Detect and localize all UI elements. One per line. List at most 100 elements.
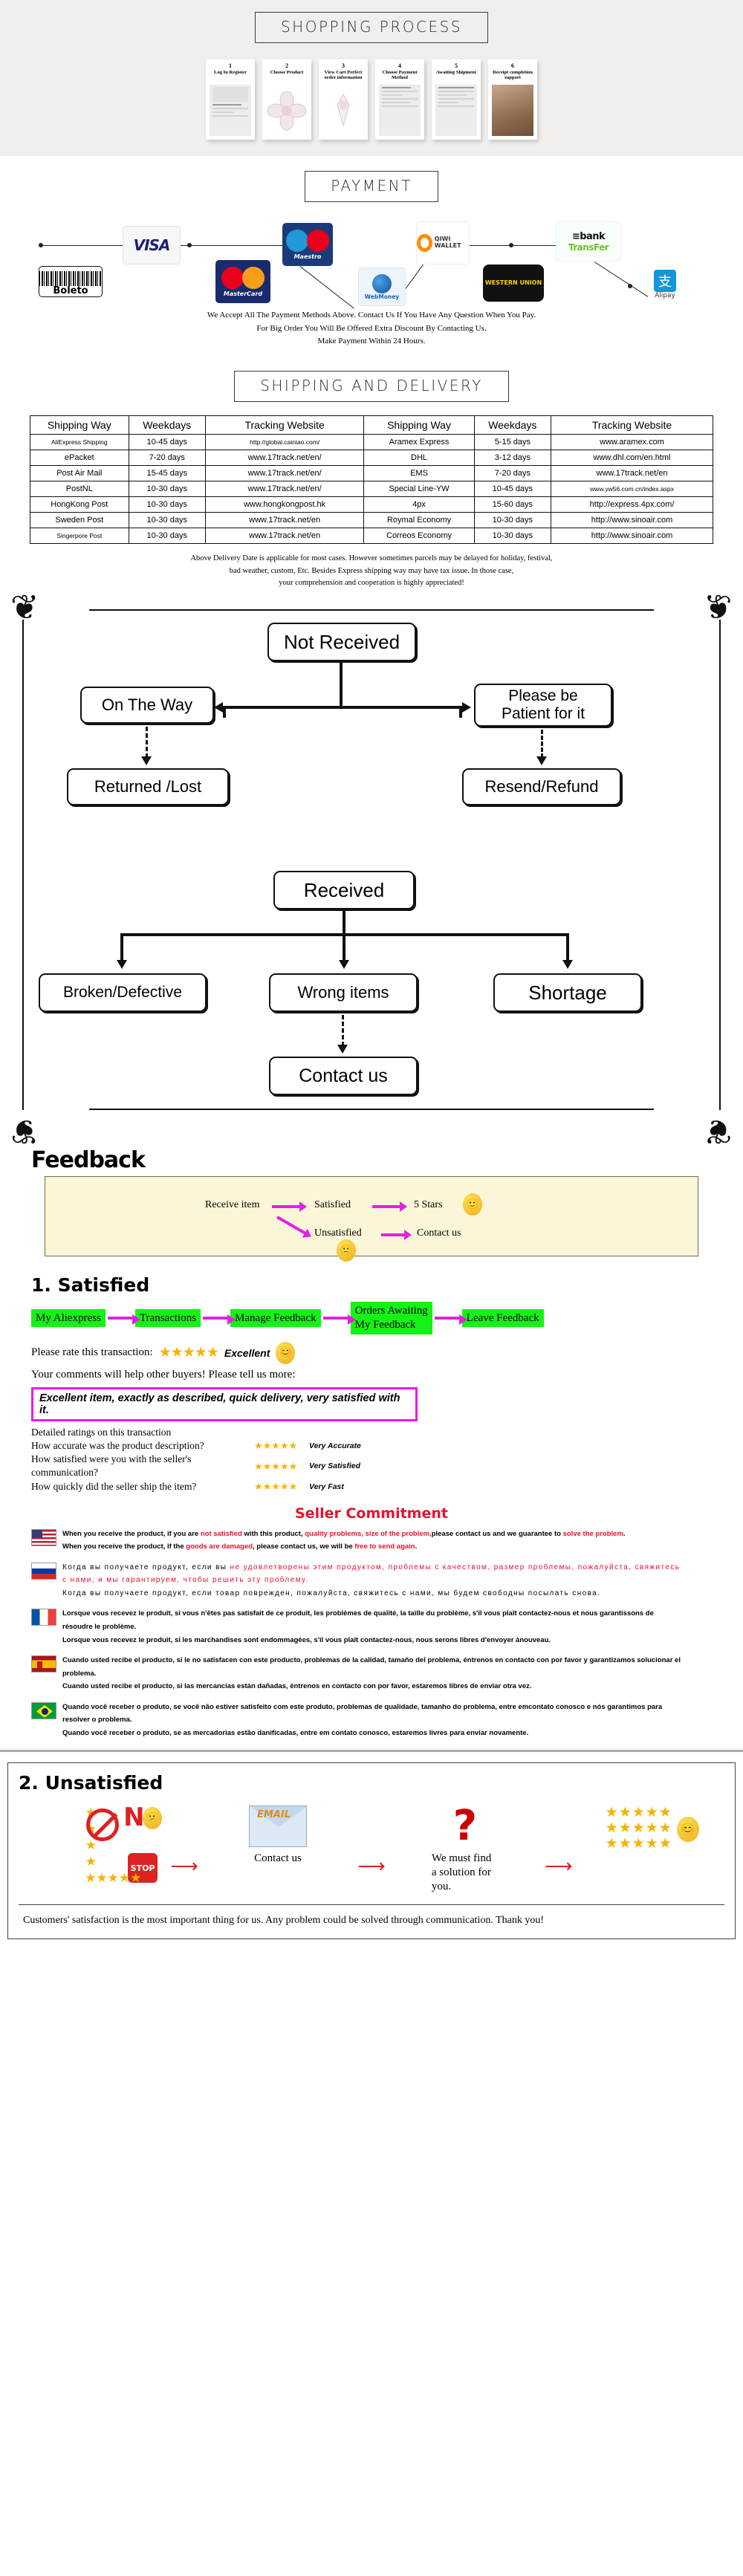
rating-stars[interactable]: ★★★★★ bbox=[159, 1344, 219, 1361]
shipping-banner-wrap: SHIPPING AND DELIVERY bbox=[0, 370, 743, 402]
step-card-2: 2 Choose Product bbox=[262, 59, 311, 140]
find-solution-cell: ? We must find a solution for you. bbox=[409, 1806, 521, 1893]
detail-row: How quickly did the seller ship the item… bbox=[31, 1480, 743, 1493]
good-rating-cell: ★★★★★ ★★★★★ ★★★★★ 😊 bbox=[597, 1806, 708, 1852]
step-number: 2 bbox=[285, 62, 288, 69]
cell: www.aramex.com bbox=[551, 433, 713, 450]
good-stars-row: ★★★★★ bbox=[605, 1836, 672, 1852]
col-shipping-way-2: Shipping Way bbox=[363, 415, 475, 435]
rate-transaction-row: Please rate this transaction: ★★★★★ Exce… bbox=[31, 1341, 743, 1364]
feedback-unsatisfied: Unsatisfied bbox=[314, 1227, 362, 1239]
unsatisfied-heading: 2. Unsatisfied bbox=[19, 1772, 163, 1794]
feedback-section: Feedback Receive item Satisfied 5 Stars … bbox=[0, 1140, 743, 1264]
cell: 5-15 days bbox=[473, 433, 552, 450]
flow-connector bbox=[566, 933, 569, 962]
cell: Post Air Mail bbox=[30, 464, 129, 481]
smiley-happy-icon: 😊 bbox=[676, 1816, 699, 1842]
cell: www.17track.net/en/ bbox=[204, 480, 365, 497]
col-tracking-2: Tracking Website bbox=[551, 415, 713, 435]
flow-connector bbox=[340, 661, 343, 708]
satisfied-step-leave-feedback[interactable]: Leave Feedback bbox=[461, 1308, 544, 1328]
shipping-note-line-3: your comprehension and cooperation is hi… bbox=[279, 579, 464, 588]
arrow-head-down-icon bbox=[117, 960, 127, 970]
cell: DHL bbox=[363, 449, 475, 466]
skeleton-form-icon bbox=[210, 85, 251, 136]
barcode-icon bbox=[39, 271, 102, 286]
feedback-arrow-icon bbox=[272, 1201, 307, 1213]
satisfied-step-orders-awaiting[interactable]: Orders Awaiting My Feedback bbox=[350, 1302, 432, 1334]
commitment-blocks: When you receive the product, if you are… bbox=[0, 1528, 743, 1740]
cell: 4px bbox=[363, 496, 475, 513]
detail-question: How accurate was the product description… bbox=[31, 1439, 204, 1451]
ornament-icon: ❦ bbox=[704, 1112, 733, 1152]
detail-stars[interactable]: ★★★★★ bbox=[254, 1460, 309, 1473]
col-weekdays-2: Weekdays bbox=[473, 415, 552, 435]
cell: www.hongkongpost.hk bbox=[204, 496, 365, 513]
commitment-line: Когда вы получаете продукт, если вы не у… bbox=[62, 1563, 681, 1585]
col-weekdays-1: Weekdays bbox=[128, 415, 206, 435]
feedback-satisfied: Satisfied bbox=[314, 1199, 351, 1211]
cell: Sweden Post bbox=[30, 511, 129, 528]
skeleton-list-icon bbox=[435, 85, 477, 136]
flow-connector bbox=[343, 909, 345, 937]
feedback-arrow-icon bbox=[372, 1201, 407, 1213]
detail-question: How quickly did the seller ship the item… bbox=[31, 1480, 197, 1492]
step-number: 4 bbox=[398, 62, 401, 69]
comment-textarea[interactable]: Excellent item, exactly as described, qu… bbox=[31, 1386, 418, 1421]
commitment-text: Когда вы получаете продукт, если вы не у… bbox=[62, 1561, 685, 1600]
detail-value: Very Satisfied bbox=[309, 1461, 361, 1471]
detail-stars[interactable]: ★★★★★ bbox=[254, 1439, 309, 1453]
question-mark-icon: ? bbox=[452, 1802, 478, 1851]
commitment-line: Когда вы получаете продукт, если товар п… bbox=[62, 1589, 601, 1597]
alipay-icon: 支 bbox=[654, 270, 676, 292]
step-card-6: 6 Receipt completion support bbox=[488, 59, 537, 140]
br-flag-icon bbox=[31, 1701, 56, 1719]
arrow-head-down-icon bbox=[339, 960, 349, 970]
photo-parcel-icon bbox=[492, 85, 533, 136]
step-arrow-icon bbox=[322, 1314, 356, 1325]
bank-transfer-logo: ≡bank TransFer bbox=[556, 221, 621, 262]
smiley-sad-icon: 🙁 bbox=[337, 1239, 356, 1262]
payment-note-line-3: Make Payment Within 24 Hours. bbox=[317, 337, 426, 346]
cell: www.17track.net/en bbox=[204, 511, 365, 528]
flow-node-received: Received bbox=[273, 871, 415, 910]
shipping-section: SHIPPING AND DELIVERY Shipping Way Weekd… bbox=[0, 354, 743, 598]
western-union-logo: WESTERN UNION bbox=[483, 265, 544, 302]
cell: 10-30 days bbox=[128, 527, 206, 544]
cell: HongKong Post bbox=[30, 496, 129, 513]
cell: Singerpore Post bbox=[30, 527, 129, 544]
shipping-table: Shipping Way Weekdays Tracking Website S… bbox=[30, 415, 713, 544]
flow-arrow-icon: ⟶ bbox=[357, 1855, 386, 1877]
unsatisfied-flow: ★★★★ N 😕 STOP ★★★★★ ⟶ EMAIL Contact us ⟶… bbox=[23, 1803, 720, 1893]
payment-section: PAYMENT VISA Boleto MasterCard Maestro W… bbox=[0, 156, 743, 354]
ornament-icon: ❦ bbox=[10, 1112, 39, 1152]
order-status-flowchart-section: ❦ ❦ ❦ ❦ Not Received On The Way Please b… bbox=[0, 587, 743, 1152]
table-row: HongKong Post 10-30 days www.hongkongpos… bbox=[30, 496, 713, 513]
payment-logos: VISA Boleto MasterCard Maestro WebMoney … bbox=[0, 215, 743, 309]
step-number: 5 bbox=[455, 62, 458, 69]
shopping-process-banner: SHOPPING PROCESS bbox=[254, 12, 488, 43]
commitment-line: Lorsque vous recevez le produit, si les … bbox=[62, 1635, 551, 1644]
detailed-ratings: Detailed ratings on this transaction How… bbox=[31, 1426, 743, 1493]
cell: www.17track.net/en/ bbox=[204, 464, 365, 481]
boleto-logo: Boleto bbox=[39, 266, 103, 297]
flow-node-please-be-patient: Please be Patient for it bbox=[474, 684, 612, 727]
flow-node-resend-refund: Resend/Refund bbox=[462, 768, 621, 806]
commitment-line: Cuando usted recibe el producto, si las … bbox=[62, 1682, 532, 1691]
satisfied-step-my-aliexpress[interactable]: My Aliexpress bbox=[31, 1308, 106, 1328]
satisfied-step-transactions[interactable]: Transactions bbox=[134, 1308, 201, 1328]
mastercard-logo: MasterCard bbox=[215, 260, 270, 303]
unsatisfied-footer: Customers' satisfaction is the most impo… bbox=[19, 1904, 724, 1939]
maestro-logo: Maestro bbox=[282, 223, 333, 266]
seller-commitment-section: Seller Commitment When you receive the p… bbox=[0, 1505, 743, 1740]
detail-stars[interactable]: ★★★★★ bbox=[254, 1480, 309, 1493]
step-label: Choose Product bbox=[270, 69, 304, 75]
detail-question: How satisfied were you with the seller's… bbox=[31, 1453, 192, 1479]
commitment-block: Lorsque vous recevez le produit, si vous… bbox=[31, 1607, 685, 1647]
satisfied-step-manage-feedback[interactable]: Manage Feedback bbox=[230, 1308, 321, 1328]
cell: www.17track.net/en bbox=[204, 527, 365, 544]
cell: Correos Economy bbox=[363, 527, 475, 544]
flow-node-shortage: Shortage bbox=[493, 973, 642, 1013]
cell: 3-12 days bbox=[473, 449, 552, 466]
cell: http://www.sinoair.com bbox=[551, 527, 713, 544]
